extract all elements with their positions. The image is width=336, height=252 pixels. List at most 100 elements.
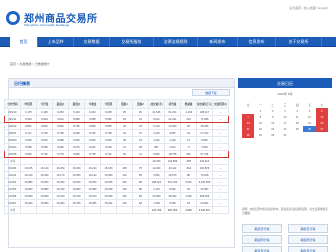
nav-item[interactable]: 关于交易所 xyxy=(276,37,322,47)
sidebar-link-button[interactable]: 期货日行情 xyxy=(242,224,282,233)
table-cell: AP305 xyxy=(4,150,21,158)
sidebar-link-button[interactable]: 期权周行情 xyxy=(288,235,328,244)
table-cell: 110 xyxy=(116,171,133,179)
table-cell: 8,902 xyxy=(52,122,69,130)
table-cell: 8,700 xyxy=(36,150,53,158)
table-cell: 9,190 xyxy=(36,108,53,116)
table-column-header: 增减量 xyxy=(180,99,197,109)
table-cell: -5 xyxy=(180,143,197,151)
table-cell: 85 xyxy=(132,192,149,200)
table-cell: AP304 xyxy=(4,143,21,151)
table-cell: 30 xyxy=(132,108,149,116)
calendar-day[interactable]: 28 xyxy=(242,132,255,138)
nav-item[interactable]: 交易所服务 xyxy=(110,37,154,47)
nav-item[interactable]: 信息发布 xyxy=(238,37,276,47)
calendar-note: 说明：交易日历中红色表示休市，蓝色表示当前选择日期，点击日期查看当日数据。 xyxy=(242,208,328,215)
table-row[interactable]: AP303 8,602 8,610 8,688 8,590 8,640 8,636 38 34 1… xyxy=(4,136,229,144)
table-row[interactable]: CF305 15,850 15,860 16,010 15,790 15,970 15,93… xyxy=(4,192,229,200)
table-row[interactable]: 小计 240,789 682,059 3,880 3,846,557 xyxy=(4,206,229,214)
table-row[interactable]: AP211 8,920 8,934 9,010 8,899 8,955 8,951 35 31 8… xyxy=(4,115,229,123)
table-row[interactable]: CF303 15,860 15,880 16,030 15,800 15,980 15,94… xyxy=(4,185,229,193)
table-cell: 46,266 xyxy=(196,122,213,130)
main-nav: 首页 上市品种 交易数据 交易所服务 法律法规规则 新闻发布 信息发布 关于交易所 xyxy=(0,37,336,47)
table-cell: CF209 xyxy=(4,164,21,172)
table-cell: 16,010 xyxy=(20,171,37,179)
table-cell: 359,493 xyxy=(196,192,213,200)
table-row[interactable]: AP212 8,811 8,820 8,902 8,790 8,860 8,855 49 44 5… xyxy=(4,122,229,130)
table-cell: AP303 xyxy=(4,136,21,144)
calendar-day[interactable]: 31 xyxy=(279,132,291,138)
table-column-header: 合约代码 xyxy=(4,99,21,109)
nav-item[interactable]: 新闻发布 xyxy=(198,37,238,47)
sidebar: 交易日历 2022年 8月 日一二三四五六 1 2 3 4 5 6 7 8 9 10 11 12 13 1… xyxy=(238,78,332,252)
sidebar-link-button[interactable]: 期权日行情 xyxy=(288,224,328,233)
table-cell: 15,800 xyxy=(68,185,85,193)
nav-item[interactable]: 法律法规规则 xyxy=(154,37,198,47)
table-cell: 8,779 xyxy=(52,150,69,158)
table-cell: 8,621 xyxy=(84,143,101,151)
table-cell: 6,540 xyxy=(148,150,165,158)
calendar-week: 28 29 30 31 xyxy=(242,132,328,138)
quotes-table: 合约代码 昨结算 今开盘 最高价 最低价 今收盘 今结算 涨跌1 涨跌2 成交量(手) 持仓量 增减量… xyxy=(4,99,229,214)
table-cell: 8,751 xyxy=(84,129,101,137)
table-cell: 7,646 xyxy=(196,143,213,151)
nav-item[interactable]: 交易数据 xyxy=(74,37,110,47)
table-cell: 8,811 xyxy=(20,122,37,130)
table-row[interactable]: CF301 15,880 15,900 16,050 15,820 16,000 15,96… xyxy=(4,178,229,186)
table-cell: 15,880 xyxy=(36,185,53,193)
calendar-day[interactable]: 29 xyxy=(254,132,266,138)
top-utility-links[interactable]: 设为首页 | 加入收藏 | English xyxy=(289,6,328,10)
table-cell: 15,790 xyxy=(68,192,85,200)
table-row[interactable]: CF209 16,105 16,120 16,260 16,030 16,210 16,18… xyxy=(4,164,229,172)
nav-item[interactable]: 首页 xyxy=(10,37,38,47)
panel-header: 日行情表 xyxy=(9,79,234,88)
table-cell: 98,402 xyxy=(164,192,181,200)
exchange-logo-icon[interactable] xyxy=(6,11,20,25)
table-cell: AP211 xyxy=(4,115,21,123)
table-cell: 31 xyxy=(132,115,149,123)
table-row[interactable]: AP210 9,175 9,190 9,260 9,140 9,210 9,205 35 30 2… xyxy=(4,108,229,116)
table-cell: 44 xyxy=(132,122,149,130)
table-cell: -- xyxy=(212,143,229,151)
table-cell: 210 xyxy=(180,115,197,123)
download-button[interactable]: 数据下载 xyxy=(192,89,230,96)
table-row[interactable]: AP305 8,690 8,700 8,779 8,680 8,735 8,731 45 41 6… xyxy=(4,150,229,158)
sidebar-link-button[interactable]: 期权月行情 xyxy=(288,246,328,252)
table-row[interactable]: CF211 16,010 16,030 16,170 15,950 16,120 16,09… xyxy=(4,171,229,179)
table-cell: -355 xyxy=(180,157,197,165)
nav-item[interactable]: 上市品种 xyxy=(38,37,74,47)
table-cell: 18,755 xyxy=(164,150,181,158)
calendar-day[interactable]: 30 xyxy=(267,132,279,138)
table-cell: 3,201 xyxy=(180,178,197,186)
sidebar-title: 交易日历 xyxy=(277,81,293,86)
table-cell: 82 xyxy=(132,199,149,207)
calendar-day xyxy=(303,132,315,138)
table-cell: -- xyxy=(212,199,229,207)
table-cell: -- xyxy=(212,150,229,158)
table-cell: 57,115 xyxy=(196,150,213,158)
table-row[interactable]: AP304 8,580 8,590 8,660 8,570 8,621 8,618 41 38 8… xyxy=(4,143,229,151)
table-cell: 16,210 xyxy=(84,164,101,172)
table-cell: 16,030 xyxy=(68,164,85,172)
table-cell: -- xyxy=(212,136,229,144)
table-cell xyxy=(212,206,229,214)
table-row[interactable]: 小计 46,334 133,839 -355 416,914 xyxy=(4,157,229,165)
sidebar-link-button[interactable]: 期货月行情 xyxy=(242,246,282,252)
table-cell xyxy=(84,157,101,165)
table-row[interactable]: CF307 15,840 15,850 16,000 15,780 15,955 15,92… xyxy=(4,199,229,207)
table-cell: 8,680 xyxy=(68,150,85,158)
sidebar-link-button[interactable]: 期货周行情 xyxy=(242,235,282,244)
table-cell: 71,686 xyxy=(196,115,213,123)
table-cell: 33,554 xyxy=(196,185,213,193)
table-cell: 8,720 xyxy=(36,129,53,137)
table-cell: 49 xyxy=(116,122,133,130)
table-cell: 16,010 xyxy=(52,192,69,200)
table-cell: 16,050 xyxy=(52,178,69,186)
table-cell xyxy=(52,206,69,214)
table-cell: 15,860 xyxy=(36,192,53,200)
table-cell: 8,590 xyxy=(68,136,85,144)
table-cell: 15,840 xyxy=(20,199,37,207)
table-cell: CF303 xyxy=(4,185,21,193)
table-cell: 9,205 xyxy=(100,108,117,116)
table-row[interactable]: AP301 8,711 8,720 8,799 8,690 8,751 8,748 40 37 3… xyxy=(4,129,229,137)
